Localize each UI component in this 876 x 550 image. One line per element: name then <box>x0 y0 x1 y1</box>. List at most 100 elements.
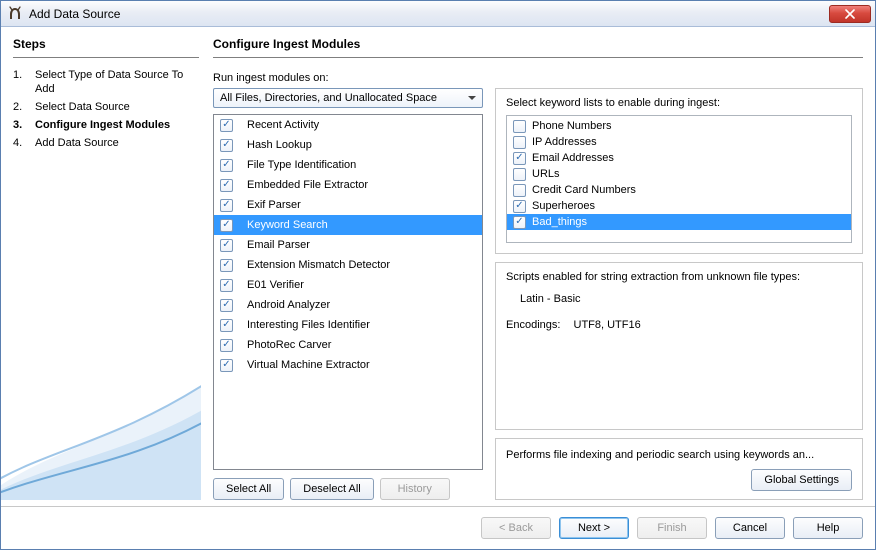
module-checkbox[interactable] <box>220 319 233 332</box>
keyword-list-label: Phone Numbers <box>532 120 612 132</box>
module-label: Interesting Files Identifier <box>247 319 370 331</box>
ingest-module-row[interactable]: PhotoRec Carver <box>214 335 482 355</box>
keyword-list-row[interactable]: Credit Card Numbers <box>507 182 851 198</box>
keyword-list-row[interactable]: URLs <box>507 166 851 182</box>
keyword-list-label: URLs <box>532 168 560 180</box>
configure-panel: Configure Ingest Modules Run ingest modu… <box>213 37 863 500</box>
module-label: Recent Activity <box>247 119 319 131</box>
history-button[interactable]: History <box>380 478 450 500</box>
keyword-list-checkbox[interactable] <box>513 136 526 149</box>
module-label: Android Analyzer <box>247 299 330 311</box>
module-checkbox[interactable] <box>220 139 233 152</box>
help-button[interactable]: Help <box>793 517 863 539</box>
module-label: Hash Lookup <box>247 139 312 151</box>
keyword-lists-group: Select keyword lists to enable during in… <box>495 88 863 254</box>
steps-header: Steps <box>13 37 199 58</box>
run-on-combo[interactable]: All Files, Directories, and Unallocated … <box>213 88 483 108</box>
keyword-list-label: IP Addresses <box>532 136 597 148</box>
app-icon <box>7 6 23 22</box>
global-settings-button[interactable]: Global Settings <box>751 469 852 491</box>
keyword-list-label: Bad_things <box>532 216 587 228</box>
module-label: PhotoRec Carver <box>247 339 331 351</box>
cancel-button[interactable]: Cancel <box>715 517 785 539</box>
encodings-value: UTF8, UTF16 <box>574 319 641 331</box>
steps-list: 1. Select Type of Data Source To Add 2.Sel… <box>13 66 199 152</box>
ingest-module-row[interactable]: Embedded File Extractor <box>214 175 482 195</box>
configure-header: Configure Ingest Modules <box>213 37 863 58</box>
steps-panel: Steps 1. Select Type of Data Source To Ad… <box>13 37 199 500</box>
module-label: E01 Verifier <box>247 279 304 291</box>
step-label: Select Type of Data Source To Add <box>35 68 199 96</box>
description-group: Performs file indexing and periodic sear… <box>495 438 863 500</box>
ingest-module-row[interactable]: E01 Verifier <box>214 275 482 295</box>
scripts-label: Scripts enabled for string extraction fr… <box>506 271 852 283</box>
modules-column: All Files, Directories, and Unallocated … <box>213 88 483 500</box>
module-label: Exif Parser <box>247 199 301 211</box>
module-checkbox[interactable] <box>220 239 233 252</box>
keyword-list-label: Email Addresses <box>532 152 614 164</box>
ingest-module-row[interactable]: Extension Mismatch Detector <box>214 255 482 275</box>
keyword-list-checkbox[interactable] <box>513 168 526 181</box>
module-label: Extension Mismatch Detector <box>247 259 390 271</box>
step-number: 2. <box>13 100 27 114</box>
step-number: 4. <box>13 136 27 150</box>
keyword-list-row[interactable]: Email Addresses <box>507 150 851 166</box>
ingest-module-row[interactable]: Virtual Machine Extractor <box>214 355 482 375</box>
module-label: Email Parser <box>247 239 310 251</box>
ingest-module-row[interactable]: Email Parser <box>214 235 482 255</box>
ingest-module-row[interactable]: File Type Identification <box>214 155 482 175</box>
step-number: 1. <box>13 68 27 96</box>
ingest-module-row[interactable]: Keyword Search <box>214 215 482 235</box>
encodings-row: Encodings: UTF8, UTF16 <box>506 319 852 331</box>
ingest-module-row[interactable]: Android Analyzer <box>214 295 482 315</box>
keyword-list-row[interactable]: IP Addresses <box>507 134 851 150</box>
step-label: Add Data Source <box>35 136 199 150</box>
keyword-list-label: Superheroes <box>532 200 595 212</box>
module-checkbox[interactable] <box>220 279 233 292</box>
keyword-list-label: Credit Card Numbers <box>532 184 636 196</box>
module-checkbox[interactable] <box>220 259 233 272</box>
keyword-list-checkbox[interactable] <box>513 184 526 197</box>
module-checkbox[interactable] <box>220 299 233 312</box>
keyword-list-checkbox[interactable] <box>513 120 526 133</box>
step-item: 2.Select Data Source <box>13 98 199 116</box>
step-number: 3. <box>13 118 27 132</box>
decorative-swoosh <box>1 350 201 500</box>
titlebar: Add Data Source <box>1 1 875 27</box>
module-checkbox[interactable] <box>220 199 233 212</box>
deselect-all-button[interactable]: Deselect All <box>290 478 373 500</box>
keyword-list-row[interactable]: Bad_things <box>507 214 851 230</box>
keyword-list-checkbox[interactable] <box>513 200 526 213</box>
module-checkbox[interactable] <box>220 159 233 172</box>
module-checkbox[interactable] <box>220 219 233 232</box>
finish-button[interactable]: Finish <box>637 517 707 539</box>
ingest-module-row[interactable]: Exif Parser <box>214 195 482 215</box>
run-on-label: Run ingest modules on: <box>213 72 863 84</box>
ingest-module-row[interactable]: Recent Activity <box>214 115 482 135</box>
keyword-list-checkbox[interactable] <box>513 216 526 229</box>
module-checkbox[interactable] <box>220 359 233 372</box>
run-on-value: All Files, Directories, and Unallocated … <box>220 92 437 104</box>
select-all-button[interactable]: Select All <box>213 478 284 500</box>
ingest-module-row[interactable]: Interesting Files Identifier <box>214 315 482 335</box>
keyword-lists[interactable]: Phone Numbers IP Addresses Email Addresses… <box>506 115 852 243</box>
script-name: Latin - Basic <box>520 293 852 305</box>
ingest-module-row[interactable]: Hash Lookup <box>214 135 482 155</box>
wizard-footer: < Back Next > Finish Cancel Help <box>1 506 875 549</box>
step-item: 4. Add Data Source <box>13 134 199 152</box>
keyword-list-checkbox[interactable] <box>513 152 526 165</box>
close-button[interactable] <box>829 5 871 23</box>
module-checkbox[interactable] <box>220 339 233 352</box>
module-checkbox[interactable] <box>220 179 233 192</box>
scripts-group: Scripts enabled for string extraction fr… <box>495 262 863 430</box>
keyword-list-row[interactable]: Superheroes <box>507 198 851 214</box>
back-button[interactable]: < Back <box>481 517 551 539</box>
keyword-list-row[interactable]: Phone Numbers <box>507 118 851 134</box>
encodings-label: Encodings: <box>506 319 560 331</box>
ingest-module-list[interactable]: Recent Activity Hash Lookup File Type Iden… <box>213 114 483 470</box>
module-checkbox[interactable] <box>220 119 233 132</box>
window-title: Add Data Source <box>29 7 829 21</box>
keyword-lists-label: Select keyword lists to enable during in… <box>506 97 852 109</box>
next-button[interactable]: Next > <box>559 517 629 539</box>
module-settings-column: Select keyword lists to enable during in… <box>495 88 863 500</box>
